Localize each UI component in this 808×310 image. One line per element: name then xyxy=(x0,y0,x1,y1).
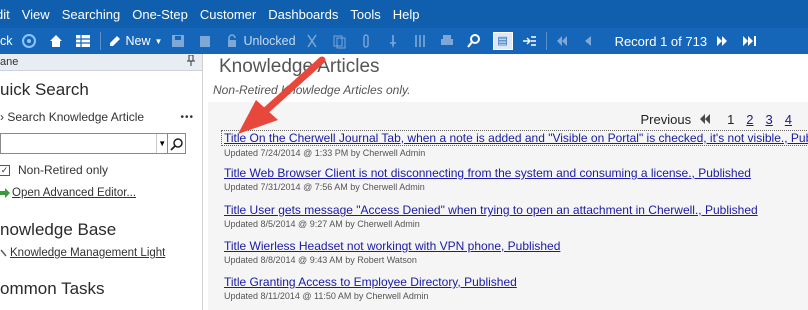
annotation-arrow-icon xyxy=(238,56,326,134)
